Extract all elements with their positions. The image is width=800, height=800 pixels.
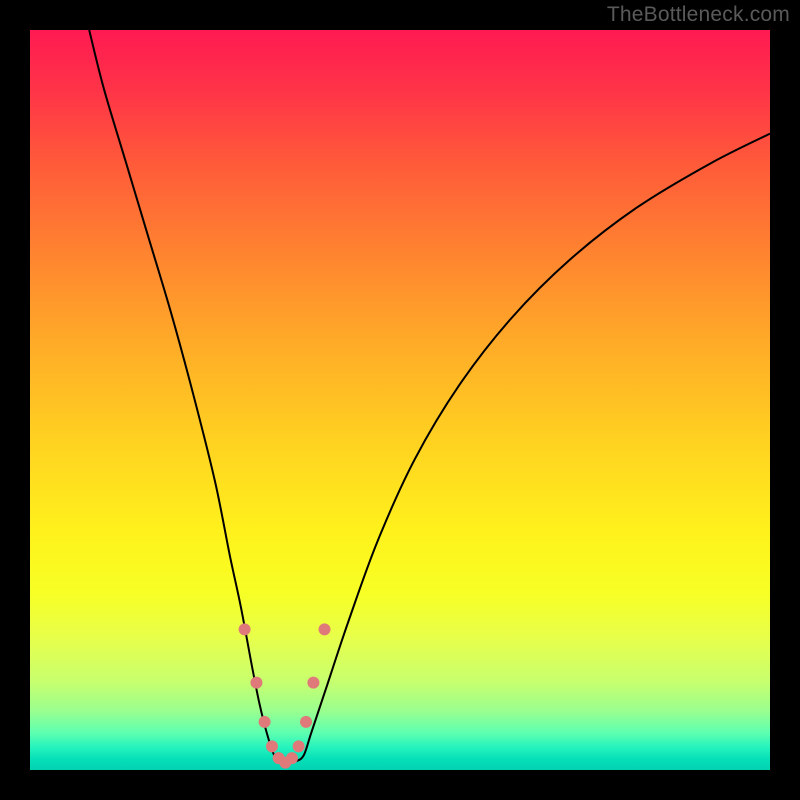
curve-marker bbox=[286, 752, 298, 764]
curve-markers bbox=[239, 623, 331, 768]
watermark-text: TheBottleneck.com bbox=[607, 3, 790, 27]
curve-marker bbox=[300, 716, 312, 728]
curve-marker bbox=[266, 740, 278, 752]
curve-marker bbox=[239, 623, 251, 635]
plot-area bbox=[30, 30, 770, 770]
curve-svg bbox=[30, 30, 770, 770]
chart-frame: TheBottleneck.com bbox=[0, 0, 800, 800]
bottleneck-curve bbox=[89, 30, 770, 763]
curve-marker bbox=[319, 623, 331, 635]
curve-marker bbox=[293, 740, 305, 752]
curve-marker bbox=[259, 716, 271, 728]
curve-marker bbox=[250, 677, 262, 689]
curve-marker bbox=[307, 677, 319, 689]
